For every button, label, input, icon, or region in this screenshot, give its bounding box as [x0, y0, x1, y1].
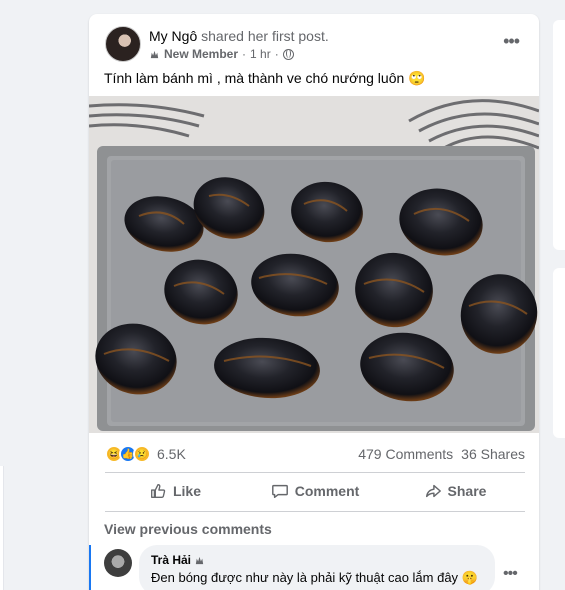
post-time[interactable]: 1 hr [250, 47, 271, 61]
thumbs-up-icon [151, 484, 166, 498]
post-header: My Ngô shared her first post. New Member… [105, 26, 525, 66]
commenter-name[interactable]: Trà Hải [151, 553, 191, 567]
author-action-text: shared her first post. [197, 28, 329, 44]
engagement-counts: 479 Comments 36 Shares [358, 446, 525, 462]
reaction-count[interactable]: 6.5K [157, 446, 186, 462]
feed-post: My Ngô shared her first post. New Member… [89, 14, 539, 590]
right-column-card [553, 268, 565, 438]
comment-item: Trà Hải Đen bóng được như này là phải kỹ… [89, 545, 539, 590]
share-label: Share [447, 483, 487, 499]
commenter-avatar[interactable] [104, 549, 132, 577]
meta-separator: · [274, 47, 279, 61]
divider [105, 472, 525, 473]
meta-separator: · [242, 47, 247, 61]
comment-text: Đen bóng được như này là phải kỹ thuật c… [151, 570, 478, 585]
author-avatar[interactable] [105, 26, 141, 62]
new-member-badge-icon [150, 50, 159, 58]
comment-label: Comment [294, 483, 360, 499]
share-icon [425, 484, 441, 498]
left-column-card [0, 466, 4, 590]
comments-count[interactable]: 479 Comments [358, 446, 453, 462]
shares-count[interactable]: 36 Shares [461, 446, 525, 462]
more-options-icon[interactable]: ••• [503, 32, 520, 50]
comment-highlight-bar [89, 545, 91, 590]
post-actions: Like Comment Share [105, 474, 525, 508]
right-column-card [553, 20, 565, 250]
view-previous-comments-link[interactable]: View previous comments [104, 521, 272, 537]
sad-reaction-icon: 😢 [133, 445, 151, 463]
like-label: Like [172, 483, 201, 499]
author-name[interactable]: My Ngô [149, 28, 197, 44]
post-text: Tính làm bánh mì , mà thành ve chó nướng… [104, 70, 426, 86]
comment-more-options-icon[interactable]: ••• [503, 565, 518, 583]
share-button[interactable]: Share [385, 474, 525, 508]
burnt-bread-image [89, 96, 539, 433]
comment-icon [271, 484, 288, 499]
commenter-name-row: Trà Hải [151, 553, 483, 567]
divider [105, 511, 525, 512]
new-member-badge[interactable]: New Member [164, 47, 238, 61]
post-meta: New Member · 1 hr · [149, 47, 294, 61]
reaction-icons[interactable]: 😆 👍 😢 [105, 445, 151, 463]
like-button[interactable]: Like [105, 474, 245, 508]
reactions-summary: 😆 👍 😢 6.5K 479 Comments 36 Shares [105, 442, 525, 466]
author-line: My Ngô shared her first post. [149, 28, 329, 44]
globe-icon [282, 48, 294, 60]
comment-button[interactable]: Comment [245, 474, 385, 508]
post-photo[interactable] [89, 96, 539, 433]
comment-bubble: Trà Hải Đen bóng được như này là phải kỹ… [139, 545, 495, 590]
new-member-badge-icon [195, 556, 204, 564]
